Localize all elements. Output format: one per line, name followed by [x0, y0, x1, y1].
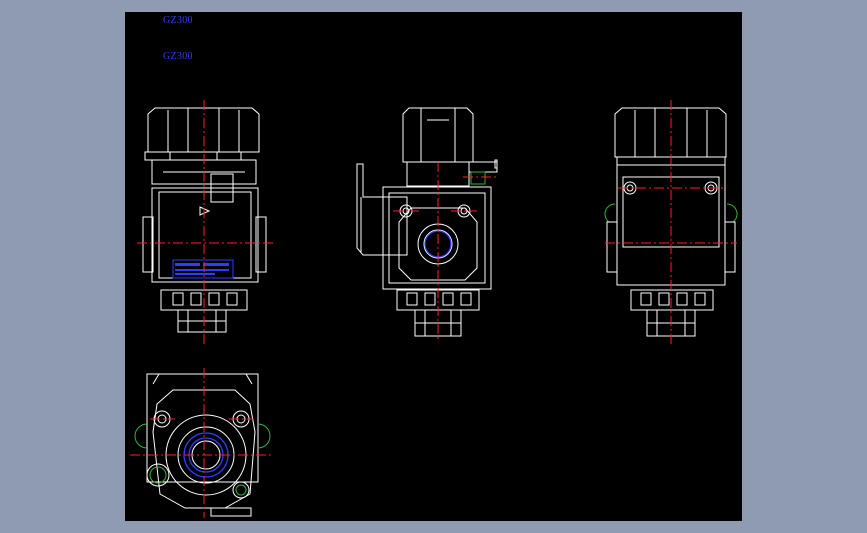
cad-drawing: .w{fill:none;stroke:#fff;stroke-width:1}… — [130, 100, 738, 518]
cad-viewport[interactable]: GZ300 GZ300 .w{fill:none;stroke:#fff;str… — [125, 12, 742, 521]
bottom-view — [130, 368, 272, 518]
front-view — [137, 100, 273, 344]
side-view — [356, 107, 498, 342]
right-view — [604, 100, 738, 344]
